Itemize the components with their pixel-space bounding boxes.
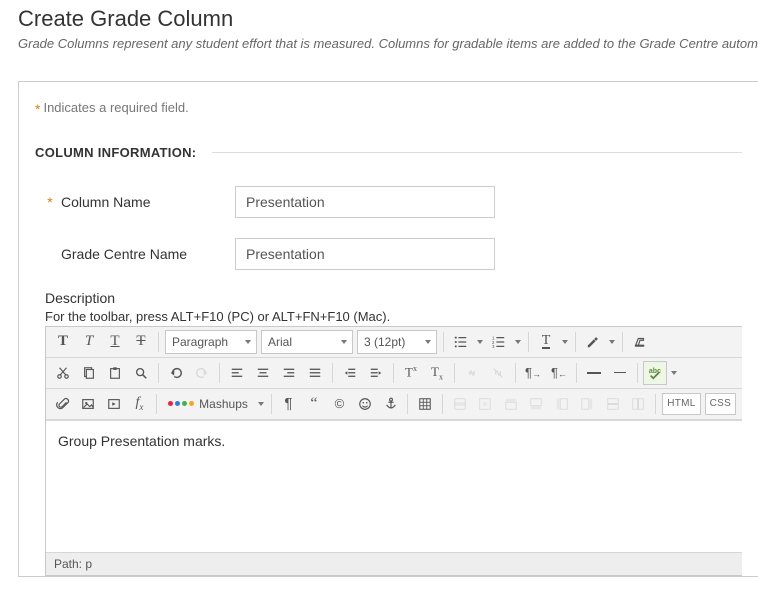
align-center-button[interactable]: [251, 361, 275, 385]
outdent-button[interactable]: [338, 361, 362, 385]
find-button[interactable]: [129, 361, 153, 385]
mashups-button[interactable]: Mashups: [163, 392, 253, 416]
required-field-note: *Indicates a required field.: [35, 100, 742, 117]
bullet-list-button[interactable]: [449, 330, 473, 354]
svg-text:3: 3: [492, 344, 495, 349]
mashups-icon: [168, 401, 194, 406]
format-select[interactable]: Paragraph: [165, 330, 257, 354]
copy-button[interactable]: [77, 361, 101, 385]
insert-table-button[interactable]: [413, 392, 437, 416]
bullet-list-dropdown[interactable]: [474, 330, 486, 354]
insert-media-button[interactable]: [102, 392, 126, 416]
page-title: Create Grade Column: [18, 6, 758, 32]
align-justify-button[interactable]: [303, 361, 327, 385]
underline-button[interactable]: T: [103, 330, 127, 354]
align-left-button[interactable]: [225, 361, 249, 385]
toolbar-row-2: Tx Tx ¶→ ¶← abc: [46, 358, 742, 389]
font-family-select[interactable]: Arial: [261, 330, 353, 354]
spellcheck-button[interactable]: abc: [643, 361, 667, 385]
toolbar-row-3: fx Mashups ¶ “ ©: [46, 389, 742, 420]
required-asterisk-icon: *: [45, 194, 55, 210]
toolbar-row-1: T T T T Paragraph Arial 3 (12pt) 123 T: [46, 327, 742, 358]
column-name-label: * Column Name: [45, 194, 235, 210]
description-label: Description: [45, 290, 742, 306]
insert-col-left-button[interactable]: [550, 392, 574, 416]
chevron-down-icon: [245, 340, 251, 344]
grade-centre-name-input[interactable]: [235, 238, 495, 270]
toolbar-hint: For the toolbar, press ALT+F10 (PC) or A…: [45, 309, 742, 324]
clear-formatting-button[interactable]: [628, 330, 652, 354]
undo-button[interactable]: [164, 361, 188, 385]
page-description: Grade Columns represent any student effo…: [18, 36, 758, 51]
indent-button[interactable]: [364, 361, 388, 385]
rich-text-editor: T T T T Paragraph Arial 3 (12pt) 123 T: [45, 326, 742, 576]
cut-button[interactable]: [51, 361, 75, 385]
delete-row-button[interactable]: [601, 392, 625, 416]
redo-button[interactable]: [190, 361, 214, 385]
math-editor-button[interactable]: fx: [128, 392, 152, 416]
spellcheck-dropdown[interactable]: [668, 361, 680, 385]
attach-file-button[interactable]: [51, 392, 75, 416]
grade-centre-name-label: Grade Centre Name: [45, 246, 235, 262]
text-color-button[interactable]: T: [534, 330, 558, 354]
section-heading: COLUMN INFORMATION:: [35, 145, 196, 160]
link-button[interactable]: [460, 361, 484, 385]
delete-col-button[interactable]: [627, 392, 651, 416]
anchor-button[interactable]: [379, 392, 403, 416]
css-view-button[interactable]: CSS: [705, 393, 736, 415]
emoticon-button[interactable]: [353, 392, 377, 416]
required-field-text: Indicates a required field.: [43, 100, 188, 115]
html-view-button[interactable]: HTML: [662, 393, 700, 415]
svg-text:abc: abc: [649, 368, 661, 375]
strikethrough-button[interactable]: T: [129, 330, 153, 354]
font-size-select[interactable]: 3 (12pt): [357, 330, 437, 354]
ltr-button[interactable]: ¶→: [521, 361, 545, 385]
column-name-input[interactable]: [235, 186, 495, 218]
rtl-button[interactable]: ¶←: [547, 361, 571, 385]
superscript-button[interactable]: Tx: [399, 361, 423, 385]
blockquote-button[interactable]: “: [302, 392, 326, 416]
section-rule: [212, 152, 742, 153]
insert-image-button[interactable]: [77, 392, 101, 416]
nbsp-button[interactable]: [608, 361, 632, 385]
form-container: *Indicates a required field. COLUMN INFO…: [18, 81, 758, 577]
italic-button[interactable]: T: [77, 330, 101, 354]
insert-col-right-button[interactable]: [576, 392, 600, 416]
mashups-dropdown[interactable]: [255, 392, 267, 416]
insert-row-above-button[interactable]: [499, 392, 523, 416]
highlight-button[interactable]: [581, 330, 605, 354]
table-row-props-button[interactable]: [448, 392, 472, 416]
hr-button[interactable]: [582, 361, 606, 385]
number-list-button[interactable]: 123: [487, 330, 511, 354]
number-list-dropdown[interactable]: [512, 330, 524, 354]
chevron-down-icon: [425, 340, 431, 344]
required-asterisk-icon: *: [35, 101, 40, 117]
text-color-dropdown[interactable]: [559, 330, 571, 354]
editor-path-value[interactable]: p: [85, 557, 92, 571]
unlink-button[interactable]: [486, 361, 510, 385]
editor-content-area[interactable]: Group Presentation marks.: [46, 420, 742, 552]
subscript-button[interactable]: Tx: [425, 361, 449, 385]
show-blocks-button[interactable]: ¶: [277, 392, 301, 416]
align-right-button[interactable]: [277, 361, 301, 385]
chevron-down-icon: [341, 340, 347, 344]
insert-row-below-button[interactable]: [525, 392, 549, 416]
table-cell-props-button[interactable]: [473, 392, 497, 416]
editor-path-bar: Path: p: [46, 552, 742, 575]
paste-button[interactable]: [103, 361, 127, 385]
highlight-dropdown[interactable]: [606, 330, 618, 354]
bold-button[interactable]: T: [51, 330, 75, 354]
copyright-button[interactable]: ©: [328, 392, 352, 416]
